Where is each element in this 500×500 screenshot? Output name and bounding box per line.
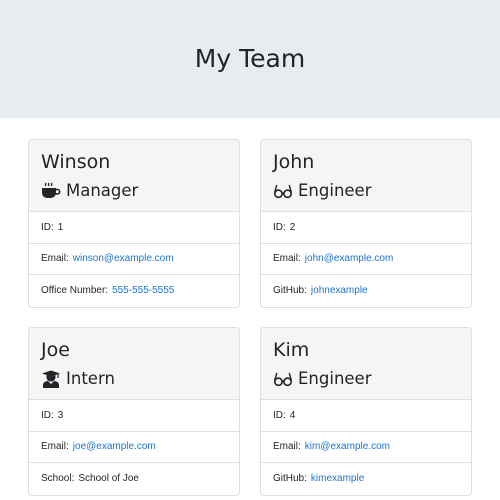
list-item-school: School: School of Joe <box>29 463 239 495</box>
email-label: Email: <box>273 253 301 265</box>
github-label: GitHub: <box>273 473 307 485</box>
email-label: Email: <box>41 253 69 265</box>
employee-name: Joe <box>41 339 70 361</box>
id-label: ID: <box>273 221 286 233</box>
graduate-icon <box>41 370 61 388</box>
list-item-email: Email: kim@example.com <box>261 432 471 463</box>
office-number-label: Office Number: <box>41 285 109 297</box>
list-item-email: Email: john@example.com <box>261 244 471 275</box>
employee-card: Joe Intern ID: 3 Email: joe@example.com <box>28 327 240 496</box>
school-value: School of Joe <box>78 473 139 485</box>
id-label: ID: <box>41 221 54 233</box>
role-label: Engineer <box>298 181 372 200</box>
office-number-link[interactable]: 555-555-5555 <box>112 285 174 296</box>
employee-card: Kim Engineer ID: 4 Email: kim@example.co… <box>260 327 472 496</box>
list-item-id: ID: 3 <box>29 400 239 432</box>
employee-name: John <box>273 151 315 173</box>
id-value: 2 <box>289 221 296 233</box>
employee-role: Engineer <box>273 179 459 203</box>
github-link[interactable]: kimexample <box>311 473 364 484</box>
employee-name: Winson <box>41 151 111 173</box>
glasses-icon <box>273 182 293 200</box>
list-item-email: Email: winson@example.com <box>29 244 239 275</box>
email-link[interactable]: joe@example.com <box>73 441 156 452</box>
email-link[interactable]: winson@example.com <box>73 253 174 264</box>
list-item-github: GitHub: johnexample <box>261 275 471 307</box>
list-item-office-number: Office Number: 555-555-5555 <box>29 275 239 307</box>
email-link[interactable]: kim@example.com <box>305 441 390 452</box>
employee-role: Engineer <box>273 367 459 391</box>
glasses-icon <box>273 370 293 388</box>
list-item-id: ID: 4 <box>261 400 471 432</box>
page-title: My Team <box>194 43 306 73</box>
id-value: 3 <box>57 409 64 421</box>
email-label: Email: <box>41 441 69 453</box>
id-label: ID: <box>273 409 286 421</box>
list-item-id: ID: 1 <box>29 212 239 244</box>
id-value: 4 <box>289 409 296 421</box>
list-item-github: GitHub: kimexample <box>261 463 471 495</box>
email-label: Email: <box>273 441 301 453</box>
page-header: My Team <box>0 0 500 118</box>
role-label: Engineer <box>298 369 372 388</box>
employee-card: Winson Manager ID: 1 Email: winson@examp… <box>28 139 240 308</box>
list-item-email: Email: joe@example.com <box>29 432 239 463</box>
coffee-icon <box>41 182 61 200</box>
employee-name: Kim <box>273 339 310 361</box>
employee-role: Manager <box>41 179 227 203</box>
role-label: Intern <box>66 369 115 388</box>
card-header: John Engineer <box>261 140 471 212</box>
list-item-id: ID: 2 <box>261 212 471 244</box>
id-label: ID: <box>41 409 54 421</box>
school-label: School: <box>41 473 75 485</box>
role-label: Manager <box>66 181 139 200</box>
card-header: Winson Manager <box>29 140 239 212</box>
card-header: Kim Engineer <box>261 328 471 400</box>
card-header: Joe Intern <box>29 328 239 400</box>
employee-role: Intern <box>41 367 227 391</box>
github-label: GitHub: <box>273 285 307 297</box>
github-link[interactable]: johnexample <box>311 285 368 296</box>
email-link[interactable]: john@example.com <box>305 253 394 264</box>
id-value: 1 <box>57 221 64 233</box>
employee-card: John Engineer ID: 2 Email: john@example.… <box>260 139 472 308</box>
